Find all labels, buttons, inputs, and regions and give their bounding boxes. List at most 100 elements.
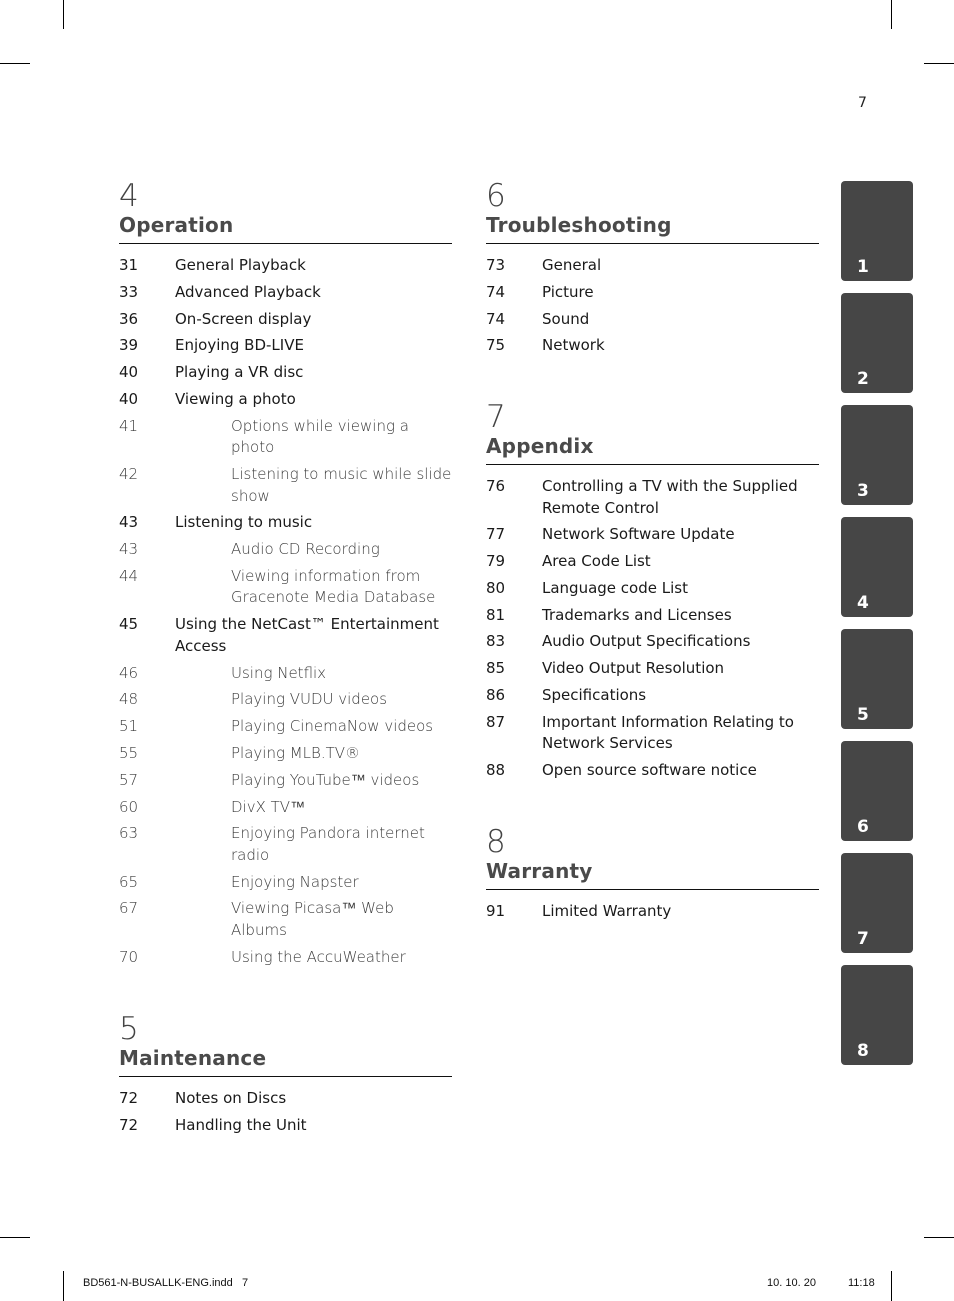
chapter-tab-6[interactable]: 6 bbox=[841, 741, 913, 841]
toc-entry-title: Using Netflix bbox=[231, 663, 327, 682]
toc-entry[interactable]: 70 Using the AccuWeather bbox=[119, 947, 452, 969]
toc-section-appendix: 7 Appendix 76 Controlling a TV with the S… bbox=[486, 401, 819, 787]
toc-entry[interactable]: 40 Viewing a photo bbox=[119, 389, 452, 411]
toc-entry-title: Playing YouTube™ videos bbox=[231, 770, 420, 789]
toc-entry[interactable]: 44 Viewing information from Gracenote Med… bbox=[119, 566, 452, 609]
toc-entry-page: 63 bbox=[119, 824, 139, 843]
chapter-tab-2[interactable]: 2 bbox=[841, 293, 913, 393]
toc-entry[interactable]: 75 Network bbox=[486, 335, 819, 357]
toc-section-maintenance: 5 Maintenance 72 Notes on Discs 72 Handling… bbox=[119, 1013, 452, 1142]
section-divider bbox=[486, 243, 819, 244]
toc-entry[interactable]: 46 Using Netflix bbox=[119, 663, 452, 685]
toc-entry[interactable]: 67 Viewing Picasa™ Web Albums bbox=[119, 898, 452, 941]
chapter-tab-8[interactable]: 8 bbox=[841, 965, 913, 1065]
toc-entry-title: Controlling a TV with the Supplied Remot… bbox=[542, 477, 798, 517]
section-number: 6 bbox=[486, 178, 506, 214]
toc-entry-page: 87 bbox=[486, 712, 506, 731]
crop-mark bbox=[0, 1237, 30, 1238]
toc-entry-page: 75 bbox=[486, 336, 506, 355]
toc-entry[interactable]: 81 Trademarks and Licenses bbox=[486, 605, 819, 627]
toc-entry[interactable]: 63 Enjoying Pandora internet radio bbox=[119, 823, 452, 866]
chapter-tab-label: 1 bbox=[857, 257, 869, 277]
toc-entry-title: General Playback bbox=[175, 256, 306, 274]
toc-entry-title: Enjoying Napster bbox=[231, 872, 359, 891]
toc-entry[interactable]: 39 Enjoying BD-LIVE bbox=[119, 335, 452, 357]
section-title: Operation bbox=[119, 213, 234, 237]
toc-entry-title: Playing CinemaNow videos bbox=[231, 717, 434, 736]
toc-entry[interactable]: 80 Language code List bbox=[486, 578, 819, 600]
toc-entry-page: 33 bbox=[119, 282, 139, 301]
toc-entry-title: Limited Warranty bbox=[542, 902, 672, 920]
toc-entry[interactable]: 86 Specifications bbox=[486, 685, 819, 707]
toc-entry-title: Network Software Update bbox=[542, 525, 735, 544]
toc-entry-page: 77 bbox=[486, 525, 506, 544]
toc-entry-title: Notes on Discs bbox=[175, 1089, 287, 1107]
toc-entry[interactable]: 57 Playing YouTube™ videos bbox=[119, 770, 452, 792]
toc-entry[interactable]: 87 Important Information Relating to Netw… bbox=[486, 712, 819, 755]
toc-entry-page: 46 bbox=[119, 663, 139, 682]
toc-entry[interactable]: 42 Listening to music while slide show bbox=[119, 464, 452, 507]
chapter-tab-4[interactable]: 4 bbox=[841, 517, 913, 617]
toc-entry-page: 44 bbox=[119, 566, 139, 585]
chapter-tab-label: 4 bbox=[857, 593, 869, 613]
toc-entry-page: 83 bbox=[486, 632, 506, 651]
toc-entry[interactable]: 74 Picture bbox=[486, 282, 819, 304]
toc-entry[interactable]: 51 Playing CinemaNow videos bbox=[119, 716, 452, 738]
toc-entry[interactable]: 45 Using the NetCast™ Entertainment Acces… bbox=[119, 614, 452, 657]
toc-entry[interactable]: 31 General Playback bbox=[119, 255, 452, 277]
crop-mark bbox=[63, 1271, 64, 1301]
toc-entry[interactable]: 60 DivX TV™ bbox=[119, 797, 452, 819]
section-number: 4 bbox=[119, 178, 139, 214]
toc-entry-page: 40 bbox=[119, 363, 139, 382]
section-divider bbox=[486, 464, 819, 465]
crop-mark bbox=[63, 0, 64, 29]
toc-entry[interactable]: 43 Audio CD Recording bbox=[119, 539, 452, 561]
chapter-tab-5[interactable]: 5 bbox=[841, 629, 913, 729]
toc-entry[interactable]: 91 Limited Warranty bbox=[486, 901, 819, 923]
toc-entry-page: 86 bbox=[486, 686, 506, 705]
toc-entry-page: 80 bbox=[486, 578, 506, 597]
toc-entry-title: Audio CD Recording bbox=[231, 540, 380, 559]
toc-entry-page: 74 bbox=[486, 282, 506, 301]
toc-entry-title: Language code List bbox=[542, 578, 688, 597]
toc-entry[interactable]: 40 Playing a VR disc bbox=[119, 362, 452, 384]
toc-entry[interactable]: 74 Sound bbox=[486, 309, 819, 331]
toc-entry[interactable]: 43 Listening to music bbox=[119, 512, 452, 534]
footer-time: 11:18 bbox=[848, 1277, 875, 1289]
toc-entry[interactable]: 73 General bbox=[486, 255, 819, 277]
toc-entry[interactable]: 76 Controlling a TV with the Supplied Rem… bbox=[486, 476, 819, 519]
toc-entry[interactable]: 65 Enjoying Napster bbox=[119, 872, 452, 894]
toc-entry[interactable]: 77 Network Software Update bbox=[486, 524, 819, 546]
section-divider bbox=[486, 889, 819, 890]
toc-entry-title: DivX TV™ bbox=[231, 797, 306, 816]
toc-entry-title: Specifications bbox=[542, 686, 647, 705]
toc-entry[interactable]: 41 Options while viewing a photo bbox=[119, 416, 452, 459]
section-divider bbox=[119, 1076, 452, 1077]
chapter-tab-3[interactable]: 3 bbox=[841, 405, 913, 505]
toc-entry[interactable]: 33 Advanced Playback bbox=[119, 282, 452, 304]
toc-entry-title: Important Information Relating to Networ… bbox=[542, 712, 794, 753]
chapter-tab-1[interactable]: 1 bbox=[841, 181, 913, 281]
toc-entry[interactable]: 88 Open source software notice bbox=[486, 760, 819, 782]
chapter-tab-label: 7 bbox=[857, 929, 869, 949]
toc-entry[interactable]: 85 Video Output Resolution bbox=[486, 658, 819, 680]
toc-entry-page: 31 bbox=[119, 256, 139, 274]
toc-section-operation: 4 Operation 31 General Playback 33 Advanced… bbox=[119, 180, 452, 974]
section-title: Maintenance bbox=[119, 1046, 267, 1070]
section-title: Warranty bbox=[486, 859, 593, 883]
toc-entry-page: 74 bbox=[486, 309, 506, 328]
toc-entry-title: Playing MLB.TV® bbox=[231, 743, 361, 762]
toc-entry[interactable]: 48 Playing VUDU videos bbox=[119, 689, 452, 711]
toc-entry[interactable]: 83 Audio Output Specifications bbox=[486, 631, 819, 653]
toc-entry-page: 81 bbox=[486, 605, 506, 624]
toc-entry[interactable]: 72 Handling the Unit bbox=[119, 1115, 452, 1137]
toc-entry-page: 79 bbox=[486, 552, 506, 571]
chapter-tab-7[interactable]: 7 bbox=[841, 853, 913, 953]
toc-entry[interactable]: 72 Notes on Discs bbox=[119, 1088, 452, 1110]
toc-entry[interactable]: 79 Area Code List bbox=[486, 551, 819, 573]
toc-entry[interactable]: 55 Playing MLB.TV® bbox=[119, 743, 452, 765]
crop-mark bbox=[891, 1271, 892, 1301]
crop-mark bbox=[891, 0, 892, 29]
toc-entry-title: Advanced Playback bbox=[175, 282, 321, 301]
toc-entry[interactable]: 36 On-Screen display bbox=[119, 309, 452, 331]
